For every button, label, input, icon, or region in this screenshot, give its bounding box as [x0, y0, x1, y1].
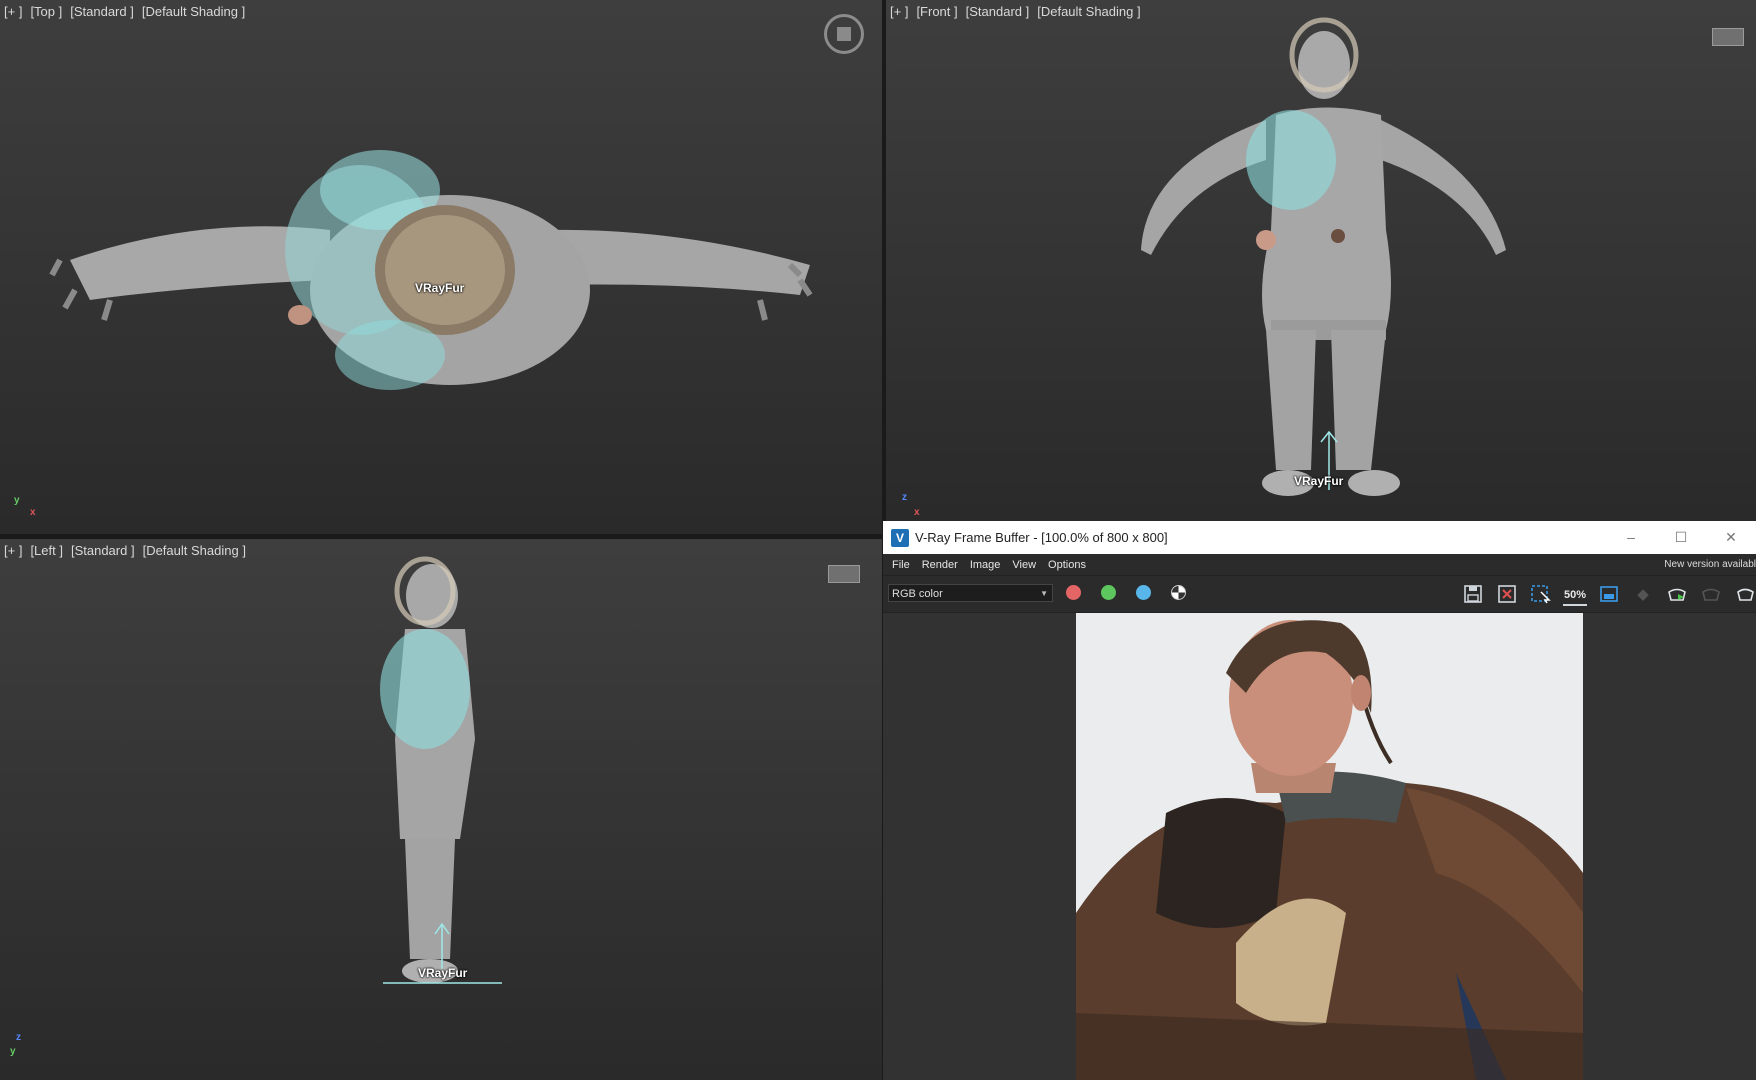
save-icon[interactable]: [1461, 584, 1485, 606]
zoom-icon[interactable]: 50%: [1563, 584, 1587, 606]
channel-select[interactable]: RGB color ▼: [888, 584, 1053, 602]
axis-x-label: x: [30, 507, 36, 518]
axis-z-label: z: [16, 1032, 21, 1043]
vfb-render-area[interactable]: [883, 613, 1756, 1080]
vfb-toolbar: RGB color ▼ 50% ◆: [883, 576, 1756, 613]
axis-x-label: x: [914, 507, 920, 518]
new-version-notice[interactable]: New version availabl: [1664, 559, 1756, 570]
alpha-channel-button[interactable]: [1171, 585, 1186, 600]
menu-file[interactable]: File: [883, 559, 916, 571]
render-teapot-icon[interactable]: [1665, 584, 1689, 606]
vray-frame-buffer-window[interactable]: V V-Ray Frame Buffer - [100.0% of 800 x …: [883, 521, 1756, 1080]
vrayfur-label: VRayFur: [1294, 474, 1344, 488]
red-channel-button[interactable]: [1066, 585, 1081, 600]
menu-view[interactable]: View: [1006, 559, 1042, 571]
channel-select-value: RGB color: [892, 588, 943, 600]
axis-y-label: y: [10, 1046, 16, 1057]
chevron-down-icon: ▼: [1040, 589, 1048, 598]
render-teapot-icon[interactable]: [1733, 584, 1756, 606]
character-front-view: [1141, 17, 1506, 496]
menu-options[interactable]: Options: [1042, 559, 1092, 571]
axis-z-label: z: [902, 492, 907, 503]
history-icon[interactable]: ◆: [1631, 584, 1655, 606]
green-channel-button[interactable]: [1101, 585, 1116, 600]
rendered-character: [1076, 620, 1583, 1080]
maximize-button[interactable]: ☐: [1656, 521, 1706, 554]
vrayfur-label: VRayFur: [418, 966, 468, 980]
menu-render[interactable]: Render: [916, 559, 964, 571]
rendered-image: [1076, 613, 1583, 1080]
character-top-view: [49, 150, 813, 390]
viewport-front[interactable]: [+ ] [Front ] [Standard ] [Default Shading …: [886, 0, 1756, 521]
viewport-top[interactable]: [+ ] [Top ] [Standard ] [Default Shading ] …: [0, 0, 882, 534]
vray-logo-icon: V: [891, 528, 909, 547]
lens-icon[interactable]: [1597, 584, 1621, 606]
region-icon[interactable]: [1529, 584, 1553, 606]
axis-y-label: y: [14, 495, 20, 506]
interactive-teapot-icon[interactable]: [1699, 584, 1723, 606]
blue-channel-button[interactable]: [1136, 585, 1151, 600]
vrayfur-label: VRayFur: [415, 281, 465, 295]
viewcube-icon[interactable]: [828, 565, 860, 583]
minimize-button[interactable]: –: [1606, 521, 1656, 554]
viewcube-icon[interactable]: [824, 14, 864, 54]
vfb-titlebar[interactable]: V V-Ray Frame Buffer - [100.0% of 800 x …: [883, 521, 1756, 554]
viewcube-icon[interactable]: [1712, 28, 1744, 46]
viewport-left[interactable]: [+ ] [Left ] [Standard ] [Default Shading ]…: [0, 539, 882, 1080]
viewport-divider-horizontal[interactable]: [0, 534, 882, 539]
menu-image[interactable]: Image: [964, 559, 1007, 571]
close-button[interactable]: ✕: [1706, 521, 1756, 554]
vfb-title: V-Ray Frame Buffer - [100.0% of 800 x 80…: [915, 530, 1168, 545]
clear-icon[interactable]: [1495, 584, 1519, 606]
character-left-view: [380, 556, 502, 984]
vfb-menubar: File Render Image View Options New versi…: [883, 554, 1756, 576]
